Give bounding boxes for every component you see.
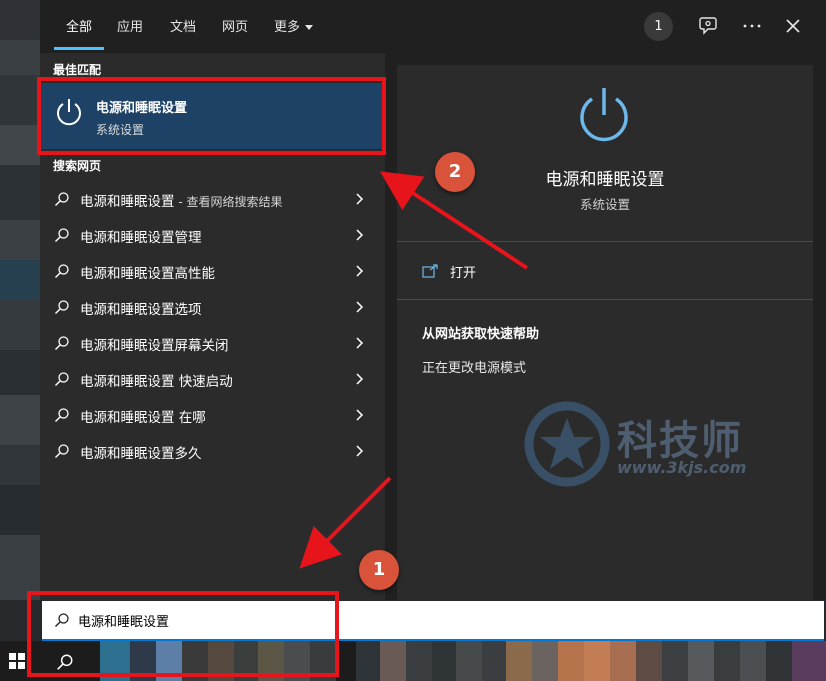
taskbar-app[interactable] <box>532 641 558 681</box>
web-result-label: 电源和睡眠设置多久 <box>80 446 202 462</box>
chevron-right-icon <box>356 193 364 205</box>
search-web-heading: 搜索网页 <box>53 159 102 173</box>
preview-subtitle: 系统设置 <box>579 197 630 212</box>
search-icon <box>55 228 69 242</box>
web-result-item[interactable]: 电源和睡眠设置 在哪 <box>40 397 385 433</box>
web-result-text: 电源和睡眠设置 - 查看网络搜索结果 <box>80 190 282 210</box>
tab-web[interactable]: 网页 <box>222 16 248 35</box>
step-2-badge: 2 <box>435 152 475 192</box>
web-result-label: 电源和睡眠设置屏幕关闭 <box>80 338 229 354</box>
web-result-label: 电源和睡眠设置管理 <box>80 230 202 246</box>
close-icon[interactable] <box>781 14 805 38</box>
best-match-heading: 最佳匹配 <box>53 63 102 77</box>
watermark-url: www.3kjs.com <box>617 458 747 477</box>
web-result-item[interactable]: 电源和睡眠设置管理 <box>40 217 385 253</box>
chevron-down-icon <box>305 25 314 30</box>
taskbar-app[interactable] <box>740 641 766 681</box>
search-tabs-bar: 全部 应用 文档 网页 更多 1 <box>40 0 826 53</box>
tab-more-label: 更多 <box>274 20 301 35</box>
taskbar-app[interactable] <box>766 641 792 681</box>
preview-pane: 电源和睡眠设置 系统设置 打开 从网站获取快速帮助 正在更改电源模式 科技师 w… <box>397 65 813 600</box>
search-icon <box>55 372 69 386</box>
power-icon <box>580 88 628 142</box>
taskbar-app[interactable] <box>584 641 610 681</box>
web-result-item[interactable]: 电源和睡眠设置 快速启动 <box>40 361 385 397</box>
web-result-label: 电源和睡眠设置选项 <box>80 302 202 318</box>
taskbar-app[interactable] <box>636 641 662 681</box>
taskbar-app[interactable] <box>610 641 636 681</box>
divider <box>397 299 813 300</box>
chevron-right-icon <box>356 373 364 385</box>
web-result-item[interactable]: 电源和睡眠设置屏幕关闭 <box>40 325 385 361</box>
chevron-right-icon <box>356 337 364 349</box>
open-icon[interactable] <box>422 264 438 278</box>
web-result-item[interactable]: 电源和睡眠设置选项 <box>40 289 385 325</box>
web-result-item[interactable]: 电源和睡眠设置 - 查看网络搜索结果 <box>40 181 385 217</box>
chevron-right-icon <box>356 301 364 313</box>
search-icon <box>55 300 69 314</box>
web-result-label: 电源和睡眠设置 在哪 <box>80 410 206 426</box>
chevron-right-icon <box>356 409 364 421</box>
web-result-suffix: - 查看网络搜索结果 <box>174 195 283 209</box>
watermark-logo: 科技师 www.3kjs.com <box>523 400 773 490</box>
highlight-box-best-match <box>37 77 386 155</box>
web-result-item[interactable]: 电源和睡眠设置多久 <box>40 433 385 469</box>
chevron-right-icon <box>356 229 364 241</box>
more-options-icon[interactable] <box>740 14 764 38</box>
search-icon <box>55 444 69 458</box>
web-result-label: 电源和睡眠设置高性能 <box>80 266 215 282</box>
taskbar-app[interactable] <box>558 641 584 681</box>
taskbar-app[interactable] <box>380 641 406 681</box>
taskbar-app[interactable] <box>662 641 688 681</box>
search-icon <box>55 408 69 422</box>
rewards-badge[interactable]: 1 <box>644 12 673 41</box>
highlight-box-search <box>27 591 339 677</box>
feedback-icon[interactable] <box>697 14 721 38</box>
watermark-emblem-icon <box>524 401 610 487</box>
taskbar-app[interactable] <box>792 641 826 681</box>
taskbar-app[interactable] <box>406 641 432 681</box>
chevron-right-icon <box>356 445 364 457</box>
tab-all[interactable]: 全部 <box>66 16 92 35</box>
taskbar-app[interactable] <box>356 641 380 681</box>
desktop-background <box>0 0 40 600</box>
search-icon <box>55 192 69 206</box>
taskbar-app[interactable] <box>688 641 714 681</box>
active-tab-indicator <box>54 47 104 50</box>
tab-documents[interactable]: 文档 <box>170 16 196 35</box>
taskbar-app[interactable] <box>482 641 506 681</box>
taskbar-app[interactable] <box>714 641 740 681</box>
step-1-badge: 1 <box>359 550 399 590</box>
taskbar-app[interactable] <box>506 641 532 681</box>
help-link[interactable]: 正在更改电源模式 <box>422 357 526 376</box>
tab-more[interactable]: 更多 <box>274 16 314 35</box>
tab-apps[interactable]: 应用 <box>117 16 143 35</box>
open-action[interactable]: 打开 <box>450 262 476 281</box>
windows-start-icon[interactable] <box>9 653 25 669</box>
chevron-right-icon <box>356 265 364 277</box>
divider <box>397 241 813 242</box>
web-help-heading: 从网站获取快速帮助 <box>422 327 540 342</box>
web-result-label: 电源和睡眠设置 快速启动 <box>80 374 233 390</box>
search-icon <box>55 264 69 278</box>
taskbar-app[interactable] <box>432 641 456 681</box>
web-result-item[interactable]: 电源和睡眠设置高性能 <box>40 253 385 289</box>
search-icon <box>55 336 69 350</box>
web-result-label: 电源和睡眠设置 <box>80 194 175 210</box>
taskbar-app[interactable] <box>456 641 482 681</box>
